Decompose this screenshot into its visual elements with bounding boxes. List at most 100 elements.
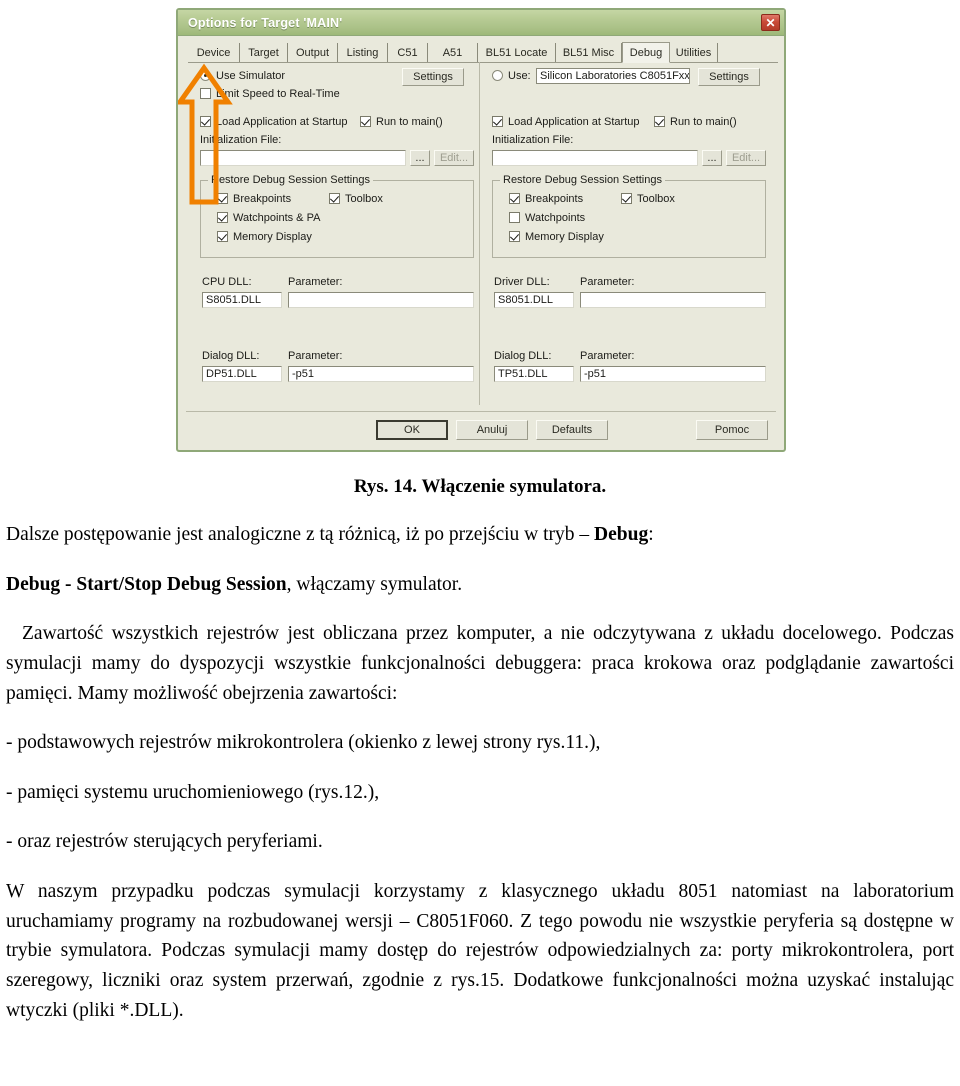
cpu-dll-input[interactable]: S8051.DLL (202, 292, 282, 308)
paragraph-2-bold: Debug - Start/Stop Debug Session (6, 573, 287, 595)
restore-breakpoints-left[interactable]: Breakpoints (217, 193, 291, 205)
simulator-settings-button[interactable]: Settings (402, 68, 464, 86)
tab-bl51-misc[interactable]: BL51 Misc (556, 43, 622, 62)
restore-debug-group-right: Restore Debug Session Settings Breakpoin… (492, 174, 766, 258)
dialog-parameter-input-left[interactable]: -p51 (288, 366, 474, 382)
button-bar-divider (186, 411, 776, 412)
paragraph-3: Zawartość wszystkich rejestrów jest obli… (6, 623, 954, 704)
use-driver-label: Use: (508, 70, 531, 82)
defaults-button[interactable]: Defaults (536, 420, 608, 440)
limit-speed-label: Limit Speed to Real-Time (216, 88, 340, 100)
load-app-startup-checkbox-left[interactable]: Load Application at Startup (200, 116, 347, 128)
load-app-startup-label-right: Load Application at Startup (508, 116, 640, 128)
restore-memory-display-label-right: Memory Display (525, 231, 604, 243)
restore-toolbox-right[interactable]: Toolbox (621, 193, 675, 205)
tab-utilities[interactable]: Utilities (670, 43, 718, 62)
dialog-dll-label-right: Dialog DLL: (494, 350, 552, 362)
figure-screenshot: Options for Target 'MAIN' ✕ Device Targe… (0, 0, 960, 470)
checkbox-on-icon (654, 116, 665, 127)
load-app-startup-checkbox-right[interactable]: Load Application at Startup (492, 116, 639, 128)
tab-a51[interactable]: A51 (428, 43, 478, 62)
restore-toolbox-left[interactable]: Toolbox (329, 193, 383, 205)
dialog-parameter-label-right: Parameter: (580, 350, 635, 362)
dialog-dll-label-left: Dialog DLL: (202, 350, 260, 362)
tab-c51[interactable]: C51 (388, 43, 428, 62)
cancel-button[interactable]: Anuluj (456, 420, 528, 440)
dialog-dll-input-left[interactable]: DP51.DLL (202, 366, 282, 382)
article-body: Dalsze postępowanie jest analogiczne z t… (6, 520, 954, 1025)
restore-memory-display-right[interactable]: Memory Display (509, 231, 604, 243)
restore-debug-group-label-left: Restore Debug Session Settings (208, 174, 373, 186)
driver-parameter-input[interactable] (580, 292, 766, 308)
paragraph-7: W naszym przypadku podczas symulacji kor… (6, 881, 954, 1021)
checkbox-on-icon (360, 116, 371, 127)
driver-pane: Use: Silicon Laboratories C8051Fxxx ▼ Se… (484, 62, 776, 405)
restore-memory-display-label-left: Memory Display (233, 231, 312, 243)
restore-watchpoints-left[interactable]: Watchpoints & PA (217, 212, 320, 224)
dialog-button-bar: OK Anuluj Defaults Pomoc (184, 409, 778, 443)
limit-speed-checkbox[interactable]: Limit Speed to Real-Time (200, 88, 340, 100)
init-file-label-right: Initialization File: (492, 134, 574, 146)
restore-watchpoints-label-left: Watchpoints & PA (233, 212, 321, 224)
restore-debug-group-left: Restore Debug Session Settings Breakpoin… (200, 174, 474, 258)
paragraph-2-text: , włączamy symulator. (286, 573, 463, 595)
init-file-browse-button-left[interactable]: ... (410, 150, 430, 166)
dialog-dll-input-right[interactable]: TP51.DLL (494, 366, 574, 382)
cpu-parameter-input[interactable] (288, 292, 474, 308)
restore-watchpoints-right[interactable]: Watchpoints (509, 212, 585, 224)
checkbox-on-icon (200, 116, 211, 127)
radio-off-icon (492, 70, 503, 81)
checkbox-on-icon (509, 231, 520, 242)
tab-bl51-locate[interactable]: BL51 Locate (478, 43, 556, 62)
tab-output[interactable]: Output (288, 43, 338, 62)
close-icon[interactable]: ✕ (761, 14, 780, 31)
figure-caption: Rys. 14. Włączenie symulatora. (353, 476, 607, 497)
run-to-main-checkbox-right[interactable]: Run to main() (654, 116, 737, 128)
checkbox-on-icon (217, 193, 228, 204)
checkbox-on-icon (329, 193, 340, 204)
paragraph-1-bold: Debug (594, 524, 649, 545)
restore-toolbox-label-right: Toolbox (637, 193, 675, 205)
load-app-startup-label-left: Load Application at Startup (216, 116, 348, 128)
options-dialog: Options for Target 'MAIN' ✕ Device Targe… (176, 8, 786, 452)
tab-listing[interactable]: Listing (338, 43, 388, 62)
paragraph-1-text-a: Dalsze postępowanie jest analogiczne z t… (6, 524, 595, 545)
init-file-browse-button-right[interactable]: ... (702, 150, 722, 166)
run-to-main-checkbox-left[interactable]: Run to main() (360, 116, 443, 128)
restore-breakpoints-right[interactable]: Breakpoints (509, 193, 583, 205)
restore-memory-display-left[interactable]: Memory Display (217, 231, 312, 243)
tab-strip: Device Target Output Listing C51 A51 BL5… (188, 42, 778, 63)
radio-on-icon (200, 70, 211, 81)
cpu-dll-label: CPU DLL: (202, 276, 252, 288)
restore-toolbox-label-left: Toolbox (345, 193, 383, 205)
paragraph-1: Dalsze postępowanie jest analogiczne z t… (6, 520, 954, 550)
use-simulator-radio[interactable]: Use Simulator (200, 70, 285, 82)
paragraph-5: - pamięci systemu uruchomieniowego (rys.… (6, 781, 380, 803)
help-button[interactable]: Pomoc (696, 420, 768, 440)
paragraph-1-text-c: : (648, 524, 654, 545)
init-file-input-right[interactable] (492, 150, 698, 166)
driver-select[interactable]: Silicon Laboratories C8051Fxxx ▼ (536, 68, 690, 84)
checkbox-on-icon (217, 231, 228, 242)
tab-target[interactable]: Target (240, 43, 288, 62)
ok-button[interactable]: OK (376, 420, 448, 440)
use-driver-radio[interactable]: Use: (492, 70, 531, 82)
tab-device[interactable]: Device (188, 43, 240, 62)
paragraph-4: - podstawowych rejestrów mikrokontrolera… (6, 732, 601, 754)
run-to-main-label-left: Run to main() (376, 116, 443, 128)
checkbox-on-icon (509, 193, 520, 204)
checkbox-on-icon (492, 116, 503, 127)
driver-settings-button[interactable]: Settings (698, 68, 760, 86)
tab-debug[interactable]: Debug (622, 42, 670, 63)
restore-debug-group-label-right: Restore Debug Session Settings (500, 174, 665, 186)
checkbox-off-icon (200, 88, 211, 99)
init-file-input-left[interactable] (200, 150, 406, 166)
driver-dll-input[interactable]: S8051.DLL (494, 292, 574, 308)
dialog-parameter-input-right[interactable]: -p51 (580, 366, 766, 382)
dialog-titlebar: Options for Target 'MAIN' ✕ (178, 10, 784, 36)
restore-watchpoints-label-right: Watchpoints (525, 212, 586, 224)
init-file-edit-button-right: Edit... (726, 150, 766, 166)
dialog-body: Device Target Output Listing C51 A51 BL5… (184, 40, 778, 445)
dialog-parameter-label-left: Parameter: (288, 350, 343, 362)
checkbox-on-icon (621, 193, 632, 204)
